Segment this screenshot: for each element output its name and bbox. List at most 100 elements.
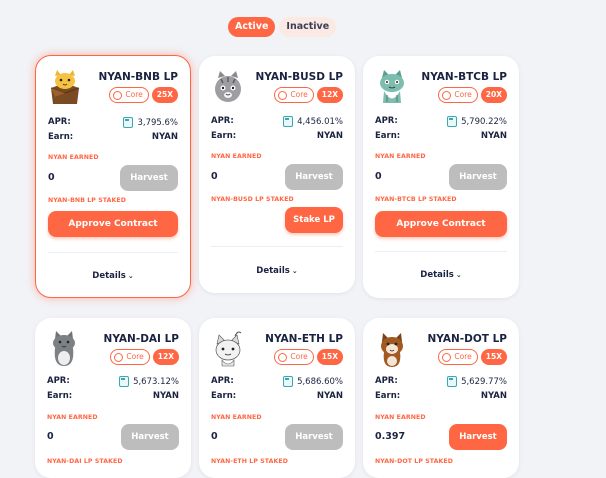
farm-title: NYAN-BTCB LP: [421, 71, 507, 83]
staked-label: NYAN-BUSD LP STAKED: [211, 196, 294, 203]
multiplier-badge: 15X: [316, 349, 343, 365]
earned-amount: 0.397: [375, 431, 406, 442]
calculator-icon[interactable]: [283, 376, 294, 387]
badges: Core 12X: [110, 349, 179, 365]
earned-amount: 0: [375, 171, 382, 182]
farm-title: NYAN-BNB LP: [98, 71, 179, 83]
details-label: Details: [420, 270, 454, 280]
farm-card-nyan-busd: NYAN-BUSD LP Core 12X APR: 4,456.01% Ear…: [199, 56, 355, 293]
active-inactive-toggle: Active Inactive: [228, 17, 337, 37]
farm-title: NYAN-BUSD LP: [255, 71, 343, 83]
earned-amount: 0: [211, 431, 218, 442]
badges: Core 20X: [438, 87, 507, 103]
check-icon: [442, 90, 452, 100]
earned-label: NYAN EARNED: [375, 414, 426, 421]
inactive-tab[interactable]: Inactive: [279, 17, 337, 37]
earned-amount: 0: [211, 171, 218, 182]
divider: [48, 252, 178, 253]
earned-amount: 0: [47, 431, 54, 442]
stake-lp-button[interactable]: Stake LP: [285, 207, 343, 233]
staked-label: NYAN-BNB LP STAKED: [48, 197, 126, 204]
earned-label: NYAN EARNED: [48, 154, 99, 161]
grey-cat-icon: [215, 71, 241, 102]
core-badge: Core: [274, 87, 314, 103]
core-badge: Core: [438, 87, 478, 103]
apr-value: 5,790.22%: [461, 116, 507, 127]
multiplier-badge: 25X: [151, 87, 178, 103]
earn-label: Earn:: [47, 391, 73, 401]
check-icon: [442, 352, 452, 362]
details-toggle[interactable]: Details ⌄: [211, 266, 343, 276]
calculator-icon[interactable]: [119, 376, 130, 387]
brown-cat-icon: [381, 333, 403, 367]
staked-label: NYAN-DAI LP STAKED: [47, 458, 123, 465]
calculator-icon[interactable]: [123, 117, 134, 128]
core-label: Core: [125, 90, 143, 99]
multiplier-badge: 12X: [316, 87, 343, 103]
apr-value: 4,456.01%: [297, 116, 343, 127]
core-label: Core: [126, 352, 144, 361]
farm-card-nyan-eth: NYAN-ETH LP Core 15X APR: 5,686.60% Earn…: [199, 318, 355, 478]
apr-value: 5,686.60%: [297, 376, 343, 387]
farm-card-nyan-btcb: NYAN-BTCB LP Core 20X APR: 5,790.22% Ear…: [363, 56, 519, 298]
earned-amount: 0: [48, 172, 55, 183]
check-icon: [114, 352, 124, 362]
earn-token: NYAN: [151, 132, 178, 142]
badges: Core 15X: [438, 349, 507, 365]
multiplier-badge: 15X: [480, 349, 507, 365]
chevron-down-icon: ⌄: [455, 271, 462, 279]
earn-label: Earn:: [375, 391, 401, 401]
earn-label: Earn:: [375, 131, 401, 141]
white-cat-icon: [215, 331, 242, 367]
apr-label: APR:: [375, 376, 398, 386]
earned-label: NYAN EARNED: [211, 153, 262, 160]
approve-contract-button[interactable]: Approve Contract: [375, 211, 507, 237]
farm-title: NYAN-ETH LP: [265, 333, 343, 345]
apr-label: APR:: [211, 376, 234, 386]
earn-label: Earn:: [211, 131, 237, 141]
staked-label: NYAN-ETH LP STAKED: [211, 458, 288, 465]
multiplier-badge: 12X: [152, 349, 179, 365]
farm-title: NYAN-DAI LP: [103, 333, 179, 345]
details-label: Details: [92, 271, 126, 281]
grey-sitting-cat-icon: [53, 331, 75, 366]
calculator-icon[interactable]: [447, 116, 458, 127]
cat-in-box-icon: [50, 70, 80, 104]
earned-label: NYAN EARNED: [375, 153, 426, 160]
staked-label: NYAN-BTCB LP STAKED: [375, 196, 457, 203]
chevron-down-icon: ⌄: [127, 272, 134, 280]
apr-label: APR:: [47, 376, 70, 386]
core-label: Core: [290, 90, 308, 99]
harvest-button[interactable]: Harvest: [449, 424, 507, 450]
core-badge: Core: [109, 87, 149, 103]
staked-label: NYAN-DOT LP STAKED: [375, 458, 453, 465]
farm-card-nyan-bnb: NYAN-BNB LP Core 25X APR: 3,795.6% Earn:…: [35, 55, 191, 298]
core-label: Core: [290, 352, 308, 361]
badges: Core 25X: [109, 87, 178, 103]
core-badge: Core: [438, 349, 478, 365]
harvest-button[interactable]: Harvest: [120, 165, 178, 191]
apr-value: 5,673.12%: [133, 376, 179, 387]
harvest-button[interactable]: Harvest: [285, 424, 343, 450]
farm-title: NYAN-DOT LP: [427, 333, 507, 345]
calculator-icon[interactable]: [447, 376, 458, 387]
earn-label: Earn:: [48, 132, 74, 142]
earned-label: NYAN EARNED: [47, 414, 98, 421]
active-tab[interactable]: Active: [228, 17, 276, 37]
details-toggle[interactable]: Details ⌄: [48, 271, 178, 281]
calculator-icon[interactable]: [283, 116, 294, 127]
approve-contract-button[interactable]: Approve Contract: [48, 211, 178, 237]
harvest-button[interactable]: Harvest: [449, 164, 507, 190]
harvest-button[interactable]: Harvest: [121, 424, 179, 450]
harvest-button[interactable]: Harvest: [285, 164, 343, 190]
badges: Core 12X: [274, 87, 343, 103]
details-toggle[interactable]: Details ⌄: [375, 270, 507, 280]
farm-card-nyan-dot: NYAN-DOT LP Core 15X APR: 5,629.77% Earn…: [363, 318, 519, 478]
apr-label: APR:: [48, 117, 71, 127]
earn-label: Earn:: [211, 391, 237, 401]
earn-token: NYAN: [316, 391, 343, 401]
core-label: Core: [454, 352, 472, 361]
apr-label: APR:: [211, 116, 234, 126]
earn-token: NYAN: [480, 131, 507, 141]
core-badge: Core: [110, 349, 150, 365]
